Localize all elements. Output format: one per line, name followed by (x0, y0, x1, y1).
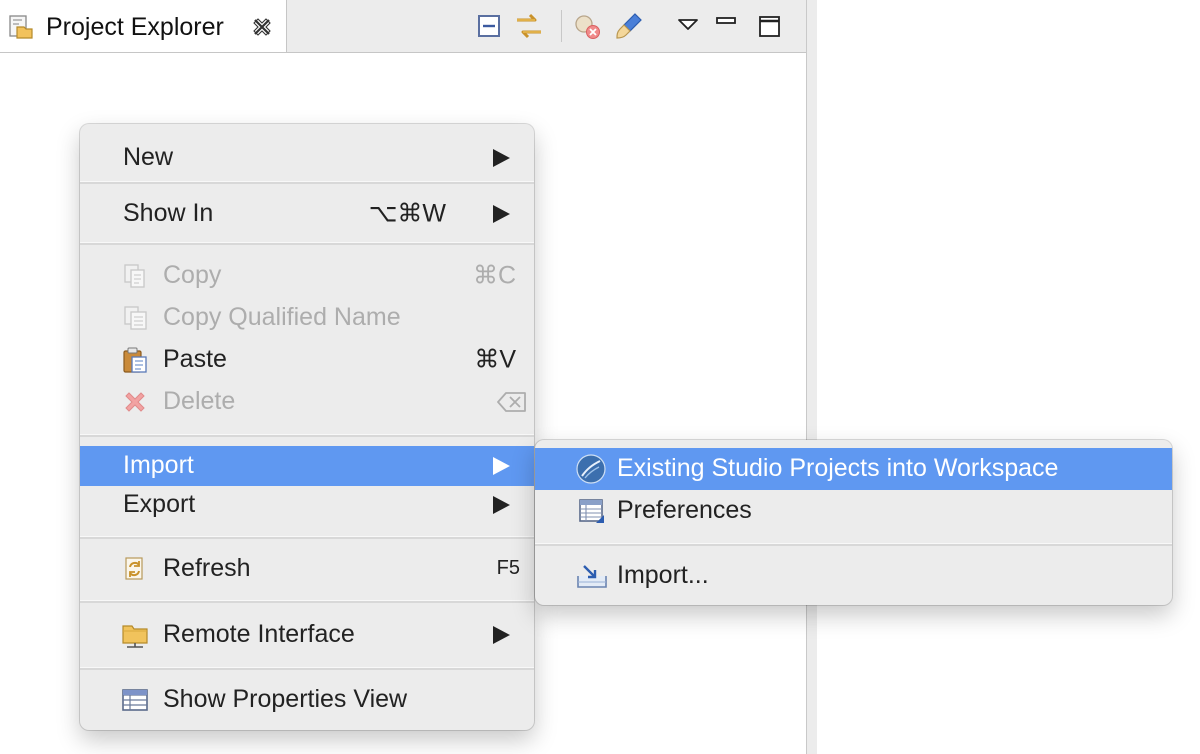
brush-icon[interactable] (614, 10, 644, 42)
import-icon (577, 565, 607, 588)
shortcut-label: F5 (496, 557, 520, 580)
menu-item-label: New (123, 142, 174, 171)
menu-item-label: Preferences (617, 495, 752, 524)
menu-separator (535, 543, 1172, 546)
menu-item-export[interactable]: Export (80, 486, 534, 524)
menu-item-label: Import (123, 450, 194, 479)
submenu-arrow-icon (493, 205, 510, 223)
delete-icon (125, 392, 145, 412)
submenu-arrow-icon (493, 496, 510, 514)
menu-item-refresh[interactable]: Refresh F5 (80, 547, 534, 591)
delete-key-icon (497, 392, 526, 412)
minimize-icon[interactable] (712, 10, 742, 42)
menu-item-label: Export (123, 489, 196, 518)
menu-item-show-in[interactable]: Show In ⌥⌘W (80, 188, 534, 240)
menu-item-label: Import... (617, 560, 709, 589)
import-submenu: Existing Studio Projects into Workspace … (535, 440, 1172, 605)
menu-item-paste[interactable]: Paste ⌘V (80, 339, 534, 381)
context-menu: New Show In ⌥⌘W Copy ⌘C Copy Qualified N… (80, 124, 534, 730)
menu-separator (80, 242, 534, 245)
submenu-arrow-icon (493, 457, 510, 475)
menu-item-existing-studio-projects[interactable]: Existing Studio Projects into Workspace (535, 448, 1172, 490)
menu-item-label: Refresh (163, 553, 251, 582)
view-tab-bar: Project Explorer (0, 0, 806, 53)
copy-qualified-name-icon (124, 306, 147, 330)
shortcut-label: ⌥⌘W (368, 199, 446, 228)
paste-icon (123, 347, 147, 373)
view-tab-title: Project Explorer (46, 13, 224, 41)
remove-icon[interactable] (572, 10, 602, 42)
project-explorer-tab[interactable]: Project Explorer (0, 0, 287, 52)
shortcut-label: ⌘V (474, 345, 516, 374)
submenu-arrow-icon (493, 626, 510, 644)
menu-item-label: Existing Studio Projects into Workspace (617, 453, 1059, 482)
triangle-down-icon[interactable] (674, 10, 704, 42)
menu-separator (80, 181, 534, 184)
toolbar-separator (561, 10, 562, 42)
menu-item-remote-interface[interactable]: Remote Interface (80, 611, 534, 659)
menu-separator (80, 667, 534, 670)
properties-view-icon (122, 689, 148, 711)
menu-item-import-wizard[interactable]: Import... (535, 554, 1172, 598)
menu-item-label: Copy (163, 260, 222, 289)
menu-item-label: Remote Interface (163, 619, 355, 648)
refresh-icon (125, 557, 143, 580)
submenu-arrow-icon (493, 149, 510, 167)
menu-item-new[interactable]: New (80, 132, 534, 184)
collapse-all-icon[interactable] (474, 10, 504, 42)
sash-divider[interactable] (807, 0, 817, 754)
menu-separator (80, 434, 534, 437)
menu-separator (80, 536, 534, 539)
menu-item-import[interactable]: Import (80, 446, 534, 486)
menu-item-preferences[interactable]: Preferences (535, 490, 1172, 532)
maximize-icon[interactable] (754, 10, 784, 42)
menu-item-delete[interactable]: Delete (80, 381, 534, 423)
menu-item-copy-qualified-name[interactable]: Copy Qualified Name (80, 297, 534, 339)
remote-folder-icon (122, 625, 148, 648)
menu-item-label: Show In (123, 198, 214, 227)
menu-separator (80, 600, 534, 603)
menu-item-label: Copy Qualified Name (163, 302, 401, 331)
project-explorer-icon (9, 15, 33, 39)
menu-item-show-properties-view[interactable]: Show Properties View (80, 677, 534, 723)
link-with-editor-icon[interactable] (514, 10, 544, 42)
copy-icon (124, 264, 145, 288)
preferences-icon (579, 499, 604, 523)
studio-icon (576, 454, 606, 484)
menu-item-label: Paste (163, 344, 227, 373)
shortcut-label: ⌘C (472, 261, 516, 290)
menu-item-label: Show Properties View (163, 684, 408, 713)
close-icon[interactable] (252, 17, 272, 37)
menu-item-copy[interactable]: Copy ⌘C (80, 255, 534, 297)
editor-area (817, 0, 1200, 754)
menu-item-label: Delete (163, 386, 236, 415)
